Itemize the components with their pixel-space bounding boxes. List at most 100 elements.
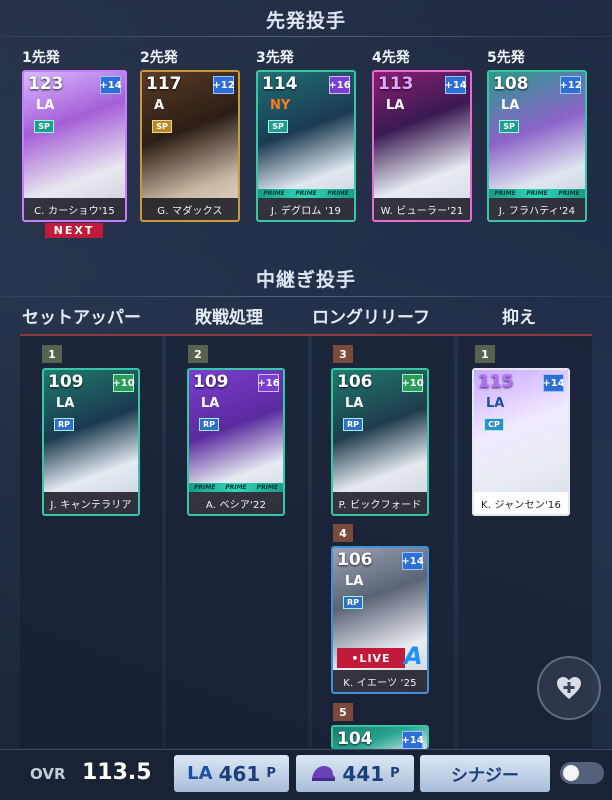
starters-title-rule	[0, 36, 612, 37]
team-logo-icon: LA	[201, 396, 220, 411]
team-logo-icon: LA	[501, 98, 520, 113]
team-logo-icon: LA	[56, 396, 75, 411]
player-name: A. ベシア'22	[189, 492, 283, 514]
rank-badge: 3	[333, 345, 353, 363]
team-points-box[interactable]: LA 461 P	[174, 755, 289, 792]
rank-badge: 1	[42, 345, 62, 363]
team-points-unit: P	[266, 766, 276, 781]
position-badge: RP	[199, 418, 219, 431]
plus-badge: +14	[444, 76, 467, 94]
plus-badge: +14	[99, 76, 122, 94]
reliever-card-2[interactable]: 109 +16 LA RP PRIME PRIME PRIME A. ベシア'22	[187, 368, 285, 516]
position-badge: CP	[484, 418, 504, 431]
cap-icon	[312, 765, 336, 781]
heart-plus-icon	[557, 677, 581, 699]
other-points-unit: P	[390, 766, 400, 781]
live-badge: •LIVE	[337, 648, 405, 668]
player-name: G. マダックス	[142, 198, 238, 220]
starter-slot-3-label: 3先発	[256, 50, 294, 66]
reliever-card-5[interactable]: 104 +14	[331, 725, 429, 749]
plus-badge: +14	[542, 374, 565, 392]
rank-badge: 5	[333, 703, 353, 721]
card-ovr: 113	[378, 74, 414, 94]
plus-badge: +16	[328, 76, 351, 94]
plus-badge: +12	[559, 76, 582, 94]
starter-slot-1-label: 1先発	[22, 50, 60, 66]
position-badge: RP	[343, 596, 363, 609]
reliever-card-4[interactable]: 106 +14 LA RP •LIVE A K. イエーツ '25	[331, 546, 429, 694]
card-ovr: 123	[28, 74, 64, 94]
prime-strip: PRIME PRIME PRIME	[489, 189, 585, 198]
starter-slot-5-label: 5先発	[487, 50, 525, 66]
other-points-value: 441	[342, 761, 385, 786]
relievers-title-rule	[0, 296, 612, 297]
reliever-card-1[interactable]: 109 +10 LA RP J. キャンテラリア	[42, 368, 140, 516]
plus-badge: +16	[257, 374, 280, 392]
column-header-setup: セットアッパー	[22, 308, 141, 328]
player-name: K. ジャンセン'16	[474, 492, 568, 514]
card-ovr: 109	[48, 372, 84, 392]
team-ovr-label: OVR	[30, 765, 66, 783]
team-ovr-value: 113.5	[82, 760, 152, 785]
starter-card-4[interactable]: 113 +14 LA W. ビューラー'21	[372, 70, 472, 222]
starter-card-1[interactable]: 123 +14 LA SP C. カーショウ'15	[22, 70, 127, 222]
card-ovr: 106	[337, 550, 373, 570]
position-badge: RP	[343, 418, 363, 431]
column-header-closer: 抑え	[502, 308, 536, 328]
card-ovr: 108	[493, 74, 529, 94]
position-badge: SP	[34, 120, 54, 133]
live-a-icon: A	[404, 642, 423, 670]
plus-badge: +12	[212, 76, 235, 94]
starter-slot-4-label: 4先発	[372, 50, 410, 66]
rank-badge: 2	[188, 345, 208, 363]
starter-slot-2-label: 2先発	[140, 50, 178, 66]
card-ovr: 104	[337, 729, 373, 749]
card-ovr: 115	[478, 372, 514, 392]
prime-strip: PRIME PRIME PRIME	[189, 483, 283, 492]
favorite-add-button[interactable]	[537, 656, 601, 720]
position-badge: SP	[499, 120, 519, 133]
starter-card-5[interactable]: 108 +12 LA SP PRIME PRIME PRIME J. フラハティ'2…	[487, 70, 587, 222]
plus-badge: +14	[401, 552, 424, 570]
player-name: C. カーショウ'15	[24, 198, 125, 220]
relievers-title: 中継ぎ投手	[255, 269, 356, 291]
column-header-long-relief: ロングリリーフ	[312, 308, 430, 328]
card-ovr: 114	[262, 74, 298, 94]
player-name: P. ビックフォード	[333, 492, 427, 514]
team-logo-icon: LA	[36, 98, 55, 113]
team-points-value: 461	[218, 761, 261, 786]
starters-title: 先発投手	[265, 10, 346, 32]
display-toggle[interactable]	[560, 762, 604, 784]
synergy-button[interactable]: シナジー	[420, 755, 550, 792]
team-logo-icon: LA	[486, 396, 505, 411]
player-name: J. キャンテラリア	[44, 492, 138, 514]
next-badge: NEXT	[45, 223, 103, 238]
player-name: W. ビューラー'21	[374, 198, 470, 220]
starter-card-3[interactable]: 114 +16 NY SP PRIME PRIME PRIME J. デグロム '1…	[256, 70, 356, 222]
prime-strip: PRIME PRIME PRIME	[258, 189, 354, 198]
player-name: J. デグロム '19	[258, 198, 354, 220]
card-ovr: 109	[193, 372, 229, 392]
team-logo-icon: LA	[345, 574, 364, 589]
plus-badge: +14	[401, 731, 424, 749]
plus-badge: +10	[401, 374, 424, 392]
position-badge: RP	[54, 418, 74, 431]
reliever-card-3[interactable]: 106 +10 LA RP P. ビックフォード	[331, 368, 429, 516]
toggle-knob	[563, 765, 579, 781]
dodgers-logo-icon: LA	[187, 763, 213, 784]
team-logo-icon: LA	[345, 396, 364, 411]
reliever-card-closer[interactable]: 115 +14 LA CP K. ジャンセン'16	[472, 368, 570, 516]
rank-badge: 1	[475, 345, 495, 363]
other-points-box[interactable]: 441 P	[296, 755, 414, 792]
rank-badge: 4	[333, 524, 353, 542]
plus-badge: +10	[112, 374, 135, 392]
team-logo-icon: LA	[386, 98, 405, 113]
card-ovr: 117	[146, 74, 182, 94]
team-logo-icon: A	[154, 98, 165, 113]
starter-card-2[interactable]: 117 +12 A SP G. マダックス	[140, 70, 240, 222]
team-logo-icon: NY	[270, 98, 291, 113]
player-name: J. フラハティ'24	[489, 198, 585, 220]
position-badge: SP	[268, 120, 288, 133]
card-ovr: 106	[337, 372, 373, 392]
column-header-mopup: 敗戦処理	[195, 308, 263, 328]
